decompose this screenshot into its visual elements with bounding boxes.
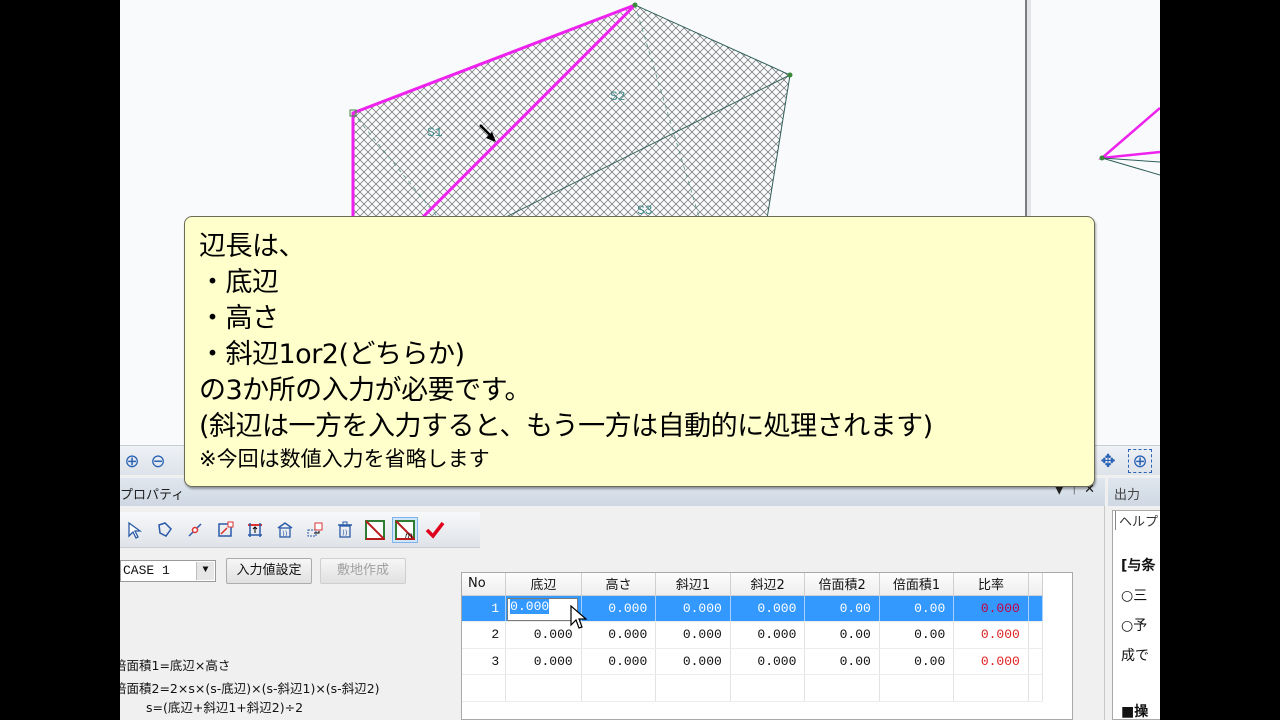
callout-line: ・斜辺1or2(どちらか) [199, 339, 465, 370]
output-line: ■操 [1121, 704, 1149, 720]
edit-toolstrip: )) )) m [120, 512, 480, 548]
zoom-out-icon[interactable]: ⊖ [146, 449, 170, 473]
cell-area2[interactable]: 0.00 [804, 648, 880, 675]
cell-ratio[interactable]: 0.000 [953, 648, 1029, 675]
cell-blank [1028, 595, 1043, 622]
cell-area2[interactable]: 0.00 [804, 595, 880, 622]
cell-side2[interactable]: 0.000 [730, 648, 806, 675]
cell-area1[interactable]: 0.00 [879, 648, 955, 675]
vertex-move-icon[interactable] [212, 517, 238, 543]
cell-area2[interactable]: 0.00 [804, 621, 880, 649]
cell-height[interactable]: 0.000 [581, 595, 657, 622]
region-label-s2: S2 [610, 89, 626, 104]
input-settings-button[interactable]: 入力値設定 [226, 558, 312, 584]
cell-area1[interactable]: 0.00 [879, 595, 955, 622]
zoom-window-icon[interactable]: ⊕ [1128, 449, 1152, 473]
callout-line: ・底辺 [199, 267, 279, 298]
building-delete-icon[interactable]: )) [272, 517, 298, 543]
cell-height[interactable]: 0.000 [581, 648, 657, 675]
formula-s: s=(底辺+斜辺1+斜辺2)÷2 [146, 700, 304, 715]
cell-side1[interactable]: 0.000 [655, 648, 731, 675]
cell-no[interactable]: 2 [462, 621, 507, 649]
base-input-value[interactable]: 0.000 [510, 598, 550, 614]
line-point-icon[interactable] [182, 517, 208, 543]
cell-filler [1042, 595, 1072, 622]
chevron-down-icon[interactable]: ▼ [196, 562, 214, 580]
polygon-edit-icon[interactable] [152, 517, 178, 543]
svg-text:)): )) [282, 530, 288, 538]
cell-ratio[interactable]: 0.000 [953, 595, 1029, 622]
cell-side1[interactable]: 0.000 [655, 621, 731, 649]
svg-text:)): )) [342, 529, 348, 537]
callout-note: ※今回は数値入力を省略します [199, 447, 490, 471]
output-line: 成で [1121, 648, 1149, 664]
cell-blank [1028, 621, 1043, 649]
column-header-filler [1042, 573, 1072, 595]
case-select-value: CASE 1 [123, 563, 170, 578]
vertex-marker[interactable] [787, 72, 793, 78]
triangle-red-icon[interactable] [362, 517, 388, 543]
formula-area2: 倍面積2=2×s×(s-底辺)×(s-斜辺1)×(s-斜辺2) [120, 681, 380, 696]
column-header-ratio[interactable]: 比率 [953, 573, 1029, 596]
cell-filler [1042, 648, 1072, 675]
vertex-marker[interactable] [632, 2, 638, 8]
table-row[interactable]: 3 0.000 0.000 0.000 0.000 0.00 0.00 0.00… [462, 648, 1072, 675]
column-header-base[interactable]: 底辺 [505, 573, 582, 596]
output-title: 出力 [1108, 478, 1160, 506]
check-icon[interactable] [422, 517, 448, 543]
output-line: ○予 [1121, 618, 1148, 634]
column-header-side1[interactable]: 斜辺1 [655, 573, 731, 596]
cell-ratio[interactable]: 0.000 [953, 621, 1029, 649]
output-content[interactable]: ヘルプ [与条 ○三 ○予 成で ■操 [1112, 510, 1160, 720]
create-site-button[interactable]: 敷地作成 [320, 558, 406, 584]
cell-area1[interactable]: 0.00 [879, 621, 955, 649]
cell-no[interactable]: 1 [462, 595, 507, 622]
copy-region-icon[interactable] [302, 517, 328, 543]
zoom-in-icon[interactable]: ⊕ [120, 449, 144, 473]
callout-line: 辺長は、 [199, 231, 306, 262]
base-input[interactable]: 0.000 [507, 597, 578, 621]
region-label-s1: S1 [427, 125, 443, 140]
cell-base[interactable]: 0.000 [505, 648, 582, 675]
callout-line: の3か所の入力が必要です。 [199, 375, 531, 406]
cell-filler [1042, 622, 1072, 649]
output-line: ○三 [1121, 588, 1148, 604]
triangle-m-icon[interactable]: m [392, 517, 418, 543]
properties-panel: プロパティ ▼ᛁ✕ )))) m CASE 1 ▼ 入力値設定 敷地作成 倍面… [120, 478, 1105, 720]
formula-area1: 倍面積1=底辺×高さ [120, 658, 231, 673]
callout-line: ・高さ [199, 303, 279, 334]
mouse-cursor-icon [570, 605, 588, 629]
help-tab[interactable]: ヘルプ [1115, 511, 1158, 530]
cell-side1[interactable]: 0.000 [655, 595, 731, 622]
cell-no[interactable]: 3 [462, 648, 507, 675]
output-line: [与条 [1121, 558, 1156, 574]
grid-header-row: No 底辺 高さ 斜辺1 斜辺2 倍面積2 倍面積1 比率 [462, 573, 1072, 596]
edge-height-icon[interactable] [242, 517, 268, 543]
table-row-empty [462, 674, 1072, 702]
column-header-area2[interactable]: 倍面積2 [804, 573, 880, 596]
column-header-height[interactable]: 高さ [581, 573, 657, 596]
cell-height[interactable]: 0.000 [581, 621, 657, 649]
callout-line: (斜辺は一方を入力すると、もう一方は自動的に処理されます) [199, 411, 933, 442]
output-panel: 出力 ヘルプ [与条 ○三 ○予 成で ■操 [1108, 478, 1160, 720]
cell-blank [1028, 648, 1043, 675]
pan-icon[interactable]: ✥ [1096, 449, 1120, 473]
table-row[interactable]: 1 0.000 0.000 0.000 0.000 0.00 0.00 0.00… [462, 595, 1072, 622]
column-header-area1[interactable]: 倍面積1 [879, 573, 955, 596]
triangle-grid[interactable]: No 底辺 高さ 斜辺1 斜辺2 倍面積2 倍面積1 比率 1 0.000 0.… [461, 572, 1073, 720]
trash-icon[interactable]: )) [332, 517, 358, 543]
properties-title: プロパティ [120, 488, 185, 503]
column-header-no[interactable]: No [462, 573, 507, 596]
tutorial-callout: 辺長は、 ・底辺 ・高さ ・斜辺1or2(どちらか) の3か所の入力が必要です。… [184, 216, 1095, 487]
column-header-blank [1028, 573, 1043, 596]
select-arrow-icon[interactable] [122, 517, 148, 543]
cell-side2[interactable]: 0.000 [730, 621, 806, 649]
column-header-side2[interactable]: 斜辺2 [730, 573, 806, 596]
cell-side2[interactable]: 0.000 [730, 595, 806, 622]
table-row[interactable]: 2 0.000 0.000 0.000 0.000 0.00 0.00 0.00… [462, 621, 1072, 649]
svg-text:m: m [405, 531, 413, 540]
case-select[interactable]: CASE 1 ▼ [120, 560, 216, 582]
